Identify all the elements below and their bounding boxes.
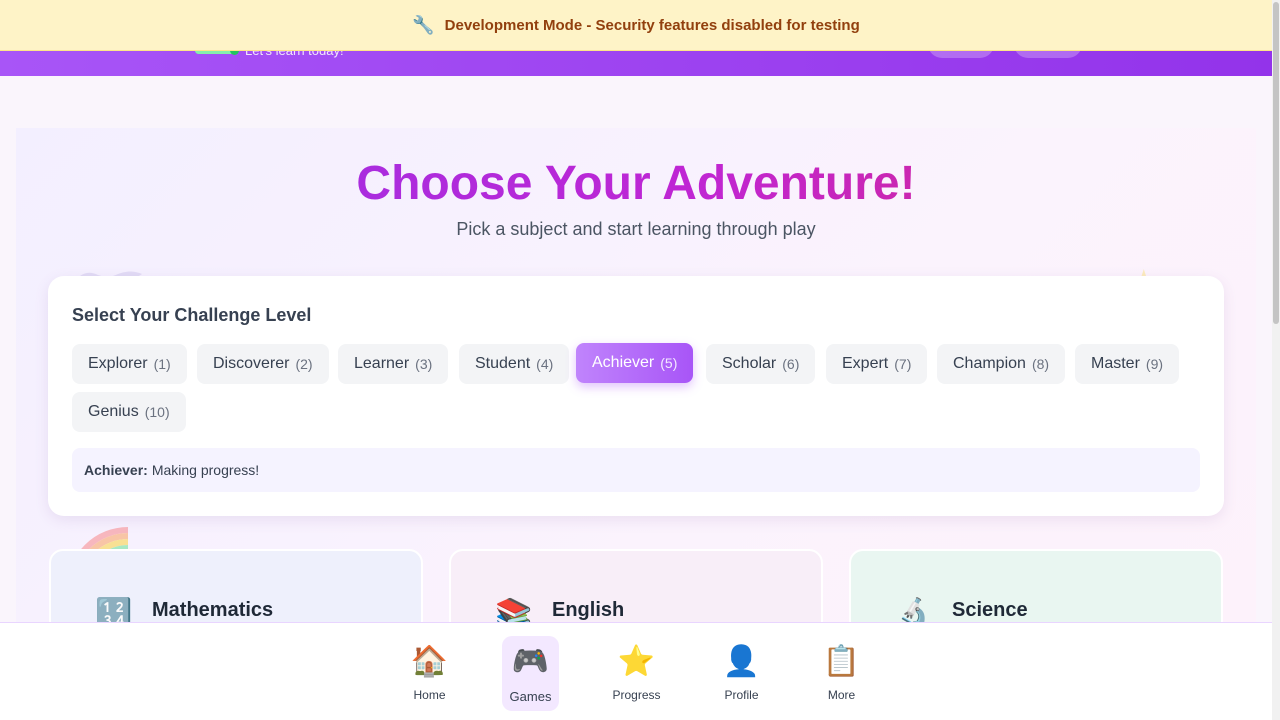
level-button-master[interactable]: Master (9) [1075,344,1180,384]
level-button-scholar[interactable]: Scholar (6) [706,344,816,384]
profile-icon: 👤 [722,645,761,678]
wrench-icon: 🔧 [412,14,435,35]
nav-label: Games [509,689,552,704]
page-scrollbar[interactable] [1272,0,1280,720]
dev-banner-text: Development Mode - Security features dis… [444,16,860,34]
nav-item-progress[interactable]: ⭐ Progress [608,636,665,711]
home-icon: 🏠 [410,645,449,678]
nav-item-games[interactable]: 🎮 Games [502,636,559,711]
level-selector-title: Select Your Challenge Level [72,305,312,325]
nav-item-more[interactable]: 📋 More [813,636,870,711]
level-button-student[interactable]: Student (4) [459,344,570,384]
dev-mode-banner: 🔧 Development Mode - Security features d… [0,0,1272,51]
level-button-achiever[interactable]: Achiever (5) [576,343,694,383]
level-description: Achiever: Making progress! [72,448,1200,492]
subject-name: Science [952,599,1028,621]
bottom-navigation: 🏠 Home 🎮 Games ⭐ Progress 👤 Profile 📋 Mo… [0,622,1272,720]
nav-label: Progress [612,688,661,702]
page-subtitle: Pick a subject and start learning throug… [456,219,816,239]
nav-label: Home [413,688,446,702]
level-button-champion[interactable]: Champion (8) [937,344,1066,384]
level-button-genius[interactable]: Genius (10) [72,392,186,432]
subject-name: Mathematics [152,599,274,621]
nav-label: Profile [724,688,759,702]
subject-name: English [552,599,625,621]
level-button-explorer[interactable]: Explorer (1) [72,344,187,384]
nav-label: More [827,688,856,702]
page-title: Choose Your Adventure! [0,156,1272,211]
level-button-learner[interactable]: Learner (3) [338,344,449,384]
level-description-label: Achiever: [84,462,148,478]
nav-item-profile[interactable]: 👤 Profile [713,636,770,711]
nav-item-home[interactable]: 🏠 Home [401,636,458,711]
level-button-discoverer[interactable]: Discoverer (2) [197,344,329,384]
scrollbar-thumb[interactable] [1273,2,1279,324]
level-description-text: Making progress! [151,462,260,478]
gamepad-icon: 🎮 [511,645,550,678]
star-icon: ⭐ [617,645,656,678]
level-button-expert[interactable]: Expert (7) [826,344,928,384]
clipboard-icon: 📋 [822,645,861,678]
level-selector-card: Select Your Challenge Level Explorer (1) … [48,276,1224,516]
